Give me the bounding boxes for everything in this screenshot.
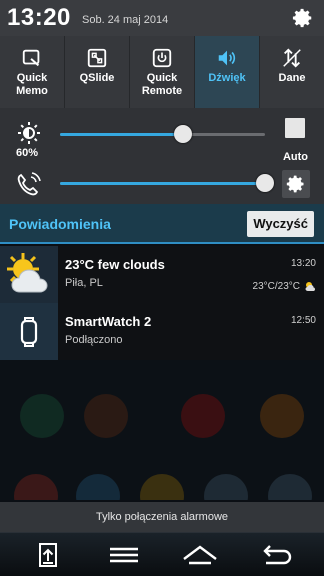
menu-button[interactable]: [104, 541, 144, 569]
smartwatch-title: SmartWatch 2: [65, 314, 152, 329]
upload-note-icon: [39, 543, 57, 567]
clock: 13:20: [7, 4, 71, 31]
mini-weather-icon: [305, 282, 315, 291]
data-arrows-icon: [283, 48, 301, 68]
slider-panel: 60% Auto: [0, 108, 324, 204]
back-icon: [263, 545, 292, 565]
app-icon: [204, 474, 248, 500]
auto-brightness-label: Auto: [282, 151, 308, 163]
notes-button[interactable]: [28, 541, 68, 569]
app-icon: [76, 474, 120, 500]
weather-time: 13:20: [290, 258, 316, 269]
menu-icon: [110, 547, 138, 563]
app-icon: [140, 474, 184, 500]
notifications-header: Powiadomienia Wyczyść: [0, 204, 324, 244]
speaker-icon: [218, 50, 236, 66]
smartwatch-time: 12:50: [290, 315, 316, 326]
quick-remote-icon: [152, 48, 172, 68]
weather-temp-range: 23°C/23°C: [252, 281, 300, 292]
home-icon: [183, 545, 217, 565]
quick-remote-button[interactable]: Quick Remote: [130, 36, 195, 108]
gear-icon[interactable]: [292, 7, 314, 29]
app-icon: [14, 474, 58, 500]
smartwatch-icon-box: [0, 303, 58, 361]
sun-icon: [18, 122, 40, 144]
sound-button[interactable]: Dźwięk: [195, 36, 260, 108]
quick-memo-icon: [22, 49, 40, 67]
status-bar: 13:20 Sob. 24 maj 2014: [0, 0, 324, 36]
app-icon: [84, 394, 128, 438]
volume-row: [0, 168, 324, 204]
quick-memo-label: Quick Memo: [16, 72, 48, 97]
dimmed-home-screen: [0, 360, 324, 500]
weather-sun-cloud-icon: [7, 253, 48, 293]
app-icon: [268, 474, 312, 500]
volume-settings-button[interactable]: [282, 170, 310, 198]
qslide-button[interactable]: QSlide: [65, 36, 130, 108]
smartwatch-icon: [20, 317, 38, 347]
data-label: Dane: [278, 72, 306, 84]
gear-icon: [286, 175, 304, 193]
quick-remote-label: Quick Remote: [141, 72, 183, 97]
auto-brightness-checkbox[interactable]: [285, 118, 305, 138]
clear-button[interactable]: Wyczyść: [247, 211, 314, 237]
brightness-fill: [60, 133, 183, 136]
notifications-title: Powiadomienia: [9, 216, 111, 232]
navigation-bar: [0, 532, 324, 576]
emergency-calls-banner: Tylko połączenia alarmowe: [0, 502, 324, 532]
notification-smartwatch[interactable]: SmartWatch 2 Podłączono 12:50: [0, 303, 324, 361]
brightness-percent: 60%: [16, 147, 39, 159]
date: Sob. 24 maj 2014: [82, 14, 169, 26]
home-button[interactable]: [180, 541, 220, 569]
qslide-label: QSlide: [79, 72, 115, 84]
volume-fill: [60, 182, 265, 185]
sound-label: Dźwięk: [208, 72, 246, 84]
brightness-thumb[interactable]: [174, 125, 192, 143]
volume-thumb[interactable]: [256, 174, 274, 192]
app-icon: [20, 394, 64, 438]
app-icon: [260, 394, 304, 438]
back-button[interactable]: [256, 541, 296, 569]
brightness-slider[interactable]: [60, 125, 265, 143]
weather-icon-box: [0, 246, 58, 304]
volume-slider[interactable]: [60, 174, 274, 192]
weather-title: 23°C few clouds: [65, 257, 165, 272]
app-icon: [181, 394, 225, 438]
quick-settings-bar: Quick Memo QSlide Quick Remote Dźwięk Da…: [0, 36, 324, 108]
quick-memo-button[interactable]: Quick Memo: [0, 36, 65, 108]
data-button[interactable]: Dane: [260, 36, 324, 108]
phone-ring-icon: [17, 172, 41, 196]
weather-location: Piła, PL: [65, 277, 103, 289]
smartwatch-status: Podłączono: [65, 334, 123, 346]
qslide-icon: [87, 48, 107, 68]
notification-weather[interactable]: 23°C few clouds Piła, PL 13:20 23°C/23°C: [0, 246, 324, 304]
brightness-row: 60% Auto: [0, 114, 324, 166]
